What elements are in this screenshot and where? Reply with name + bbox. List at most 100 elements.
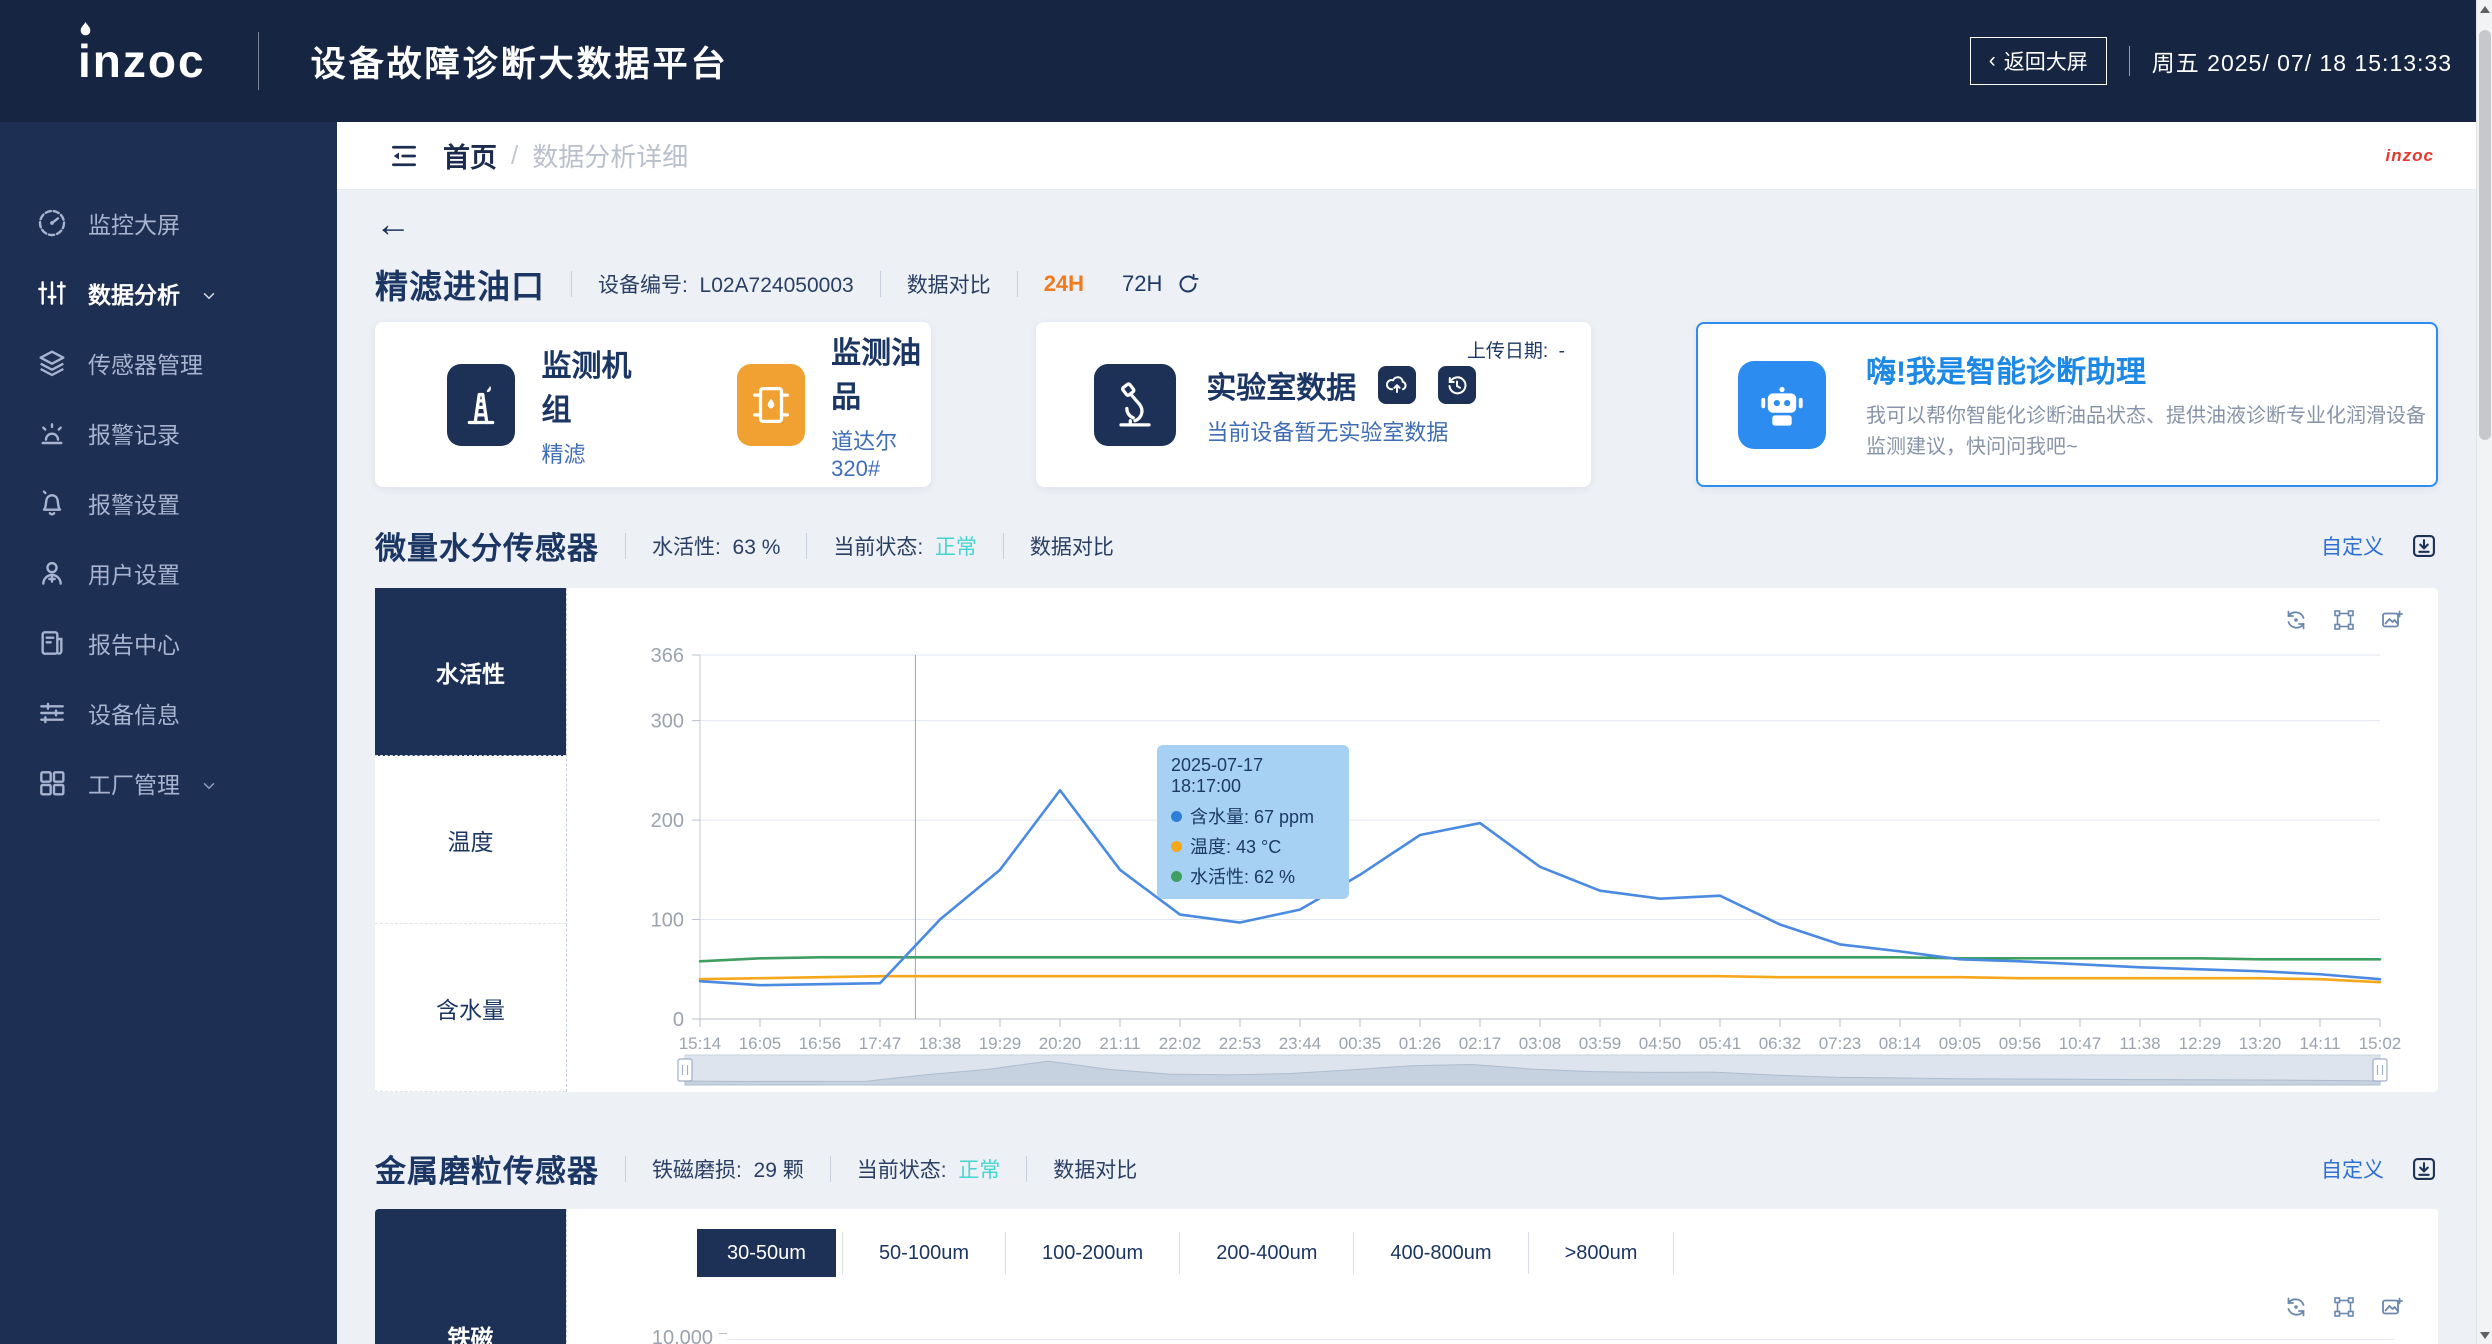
svg-text:300: 300	[651, 711, 684, 733]
report-icon	[36, 627, 68, 659]
scroll-down-arrow-icon[interactable]	[2477, 1326, 2492, 1344]
sidebar-item-label: 用户设置	[88, 556, 180, 590]
svg-text:20:20: 20:20	[1039, 1034, 1082, 1053]
device-number: 设备编号: L02A724050003	[598, 269, 854, 299]
restore-icon[interactable]	[2284, 608, 2308, 632]
monitor-unit-group[interactable]: 监测机组 精滤	[447, 341, 642, 469]
metal-wear-metric: 铁磁磨损: 29 颗	[652, 1154, 804, 1184]
breadcrumb-home[interactable]: 首页	[443, 136, 497, 175]
scroll-up-arrow-icon[interactable]	[2477, 0, 2492, 18]
svg-text:16:05: 16:05	[739, 1034, 782, 1053]
save-image-icon[interactable]	[2380, 608, 2404, 632]
water-chart-tab-含水量[interactable]: 含水量	[375, 924, 566, 1092]
water-chart-tab-温度[interactable]: 温度	[375, 756, 566, 924]
chart-tooltip: 2025-07-17 18:17:00 含水量: 67 ppm温度: 43 °C…	[1157, 745, 1349, 899]
range-24h-tab[interactable]: 24H	[1044, 271, 1084, 297]
svg-text:06:32: 06:32	[1759, 1034, 1802, 1053]
chevron-down-icon	[200, 774, 218, 792]
size-tab-50-100um[interactable]: 50-100um	[849, 1229, 999, 1277]
water-chart-tab-水活性[interactable]: 水活性	[375, 588, 566, 756]
sidebar-item-data-analysis[interactable]: 数据分析	[0, 258, 337, 328]
size-tab-100-200um[interactable]: 100-200um	[1012, 1229, 1173, 1277]
restore-icon[interactable]	[2284, 1295, 2308, 1319]
microscope-icon	[1094, 364, 1176, 446]
history-icon[interactable]	[1438, 366, 1476, 404]
sidebar: 监控大屏数据分析传感器管理报警记录报警设置用户设置报告中心设备信息工厂管理	[0, 122, 337, 1344]
tab-divider	[1673, 1232, 1674, 1274]
water-customize-link[interactable]: 自定义	[2321, 531, 2384, 561]
window-scrollbar[interactable]	[2476, 0, 2492, 1344]
app: inzoc 设备故障诊断大数据平台 ‹ 返回大屏 周五 2025/ 07/ 18…	[0, 0, 2492, 1344]
svg-text:14:11: 14:11	[2299, 1034, 2340, 1053]
upload-icon[interactable]	[1378, 366, 1416, 404]
sidebar-item-alarm-settings[interactable]: 报警设置	[0, 468, 337, 538]
sidebar-item-label: 设备信息	[88, 696, 180, 730]
tab-ferromagnetic[interactable]: 铁磁	[375, 1209, 566, 1344]
upload-date: 上传日期: -	[1467, 336, 1565, 363]
lab-empty-text: 当前设备暂无实验室数据	[1206, 415, 1476, 447]
water-data-compare-link[interactable]: 数据对比	[1030, 531, 1114, 561]
metal-data-compare-link[interactable]: 数据对比	[1053, 1154, 1137, 1184]
assistant-title: 嗨!我是智能诊断助理	[1866, 347, 2436, 391]
status-badge: 正常	[958, 1159, 1000, 1182]
return-big-screen-button[interactable]: ‹ 返回大屏	[1970, 37, 2107, 85]
size-tab->800um[interactable]: >800um	[1535, 1229, 1668, 1277]
size-tab-400-800um[interactable]: 400-800um	[1360, 1229, 1521, 1277]
download-icon[interactable]	[2410, 1155, 2438, 1183]
sidebar-item-user-settings[interactable]: 用户设置	[0, 538, 337, 608]
monitor-oil-group[interactable]: 监测油品 道达尔320#	[737, 328, 932, 482]
monitor-oil-label: 监测油品	[831, 328, 931, 416]
svg-text:200: 200	[651, 810, 684, 832]
data-compare-link[interactable]: 数据对比	[907, 269, 991, 299]
sidebar-item-label: 报警记录	[88, 416, 180, 450]
water-line-chart[interactable]: 010020030036615:1416:0516:5617:4718:3819…	[567, 588, 2432, 1092]
zoom-select-icon[interactable]	[2332, 1295, 2356, 1319]
zoom-select-icon[interactable]	[2332, 608, 2356, 632]
svg-text:19:29: 19:29	[979, 1034, 1022, 1053]
datetime-display: 周五 2025/ 07/ 18 15:13:33	[2152, 44, 2452, 78]
scrollbar-thumb[interactable]	[2479, 30, 2491, 440]
topbar-divider-small	[2129, 46, 2130, 76]
collapse-menu-icon[interactable]	[389, 141, 419, 171]
svg-text:11:38: 11:38	[2119, 1034, 2160, 1053]
particle-size-tabs: 30-50um 50-100um 100-200um 200-400um 400-800…	[697, 1229, 1680, 1277]
sidebar-item-sensor-management[interactable]: 传感器管理	[0, 328, 337, 398]
water-status: 当前状态: 正常	[833, 531, 977, 561]
tooltip-row: 温度: 43 °C	[1171, 833, 1335, 859]
svg-text:07:23: 07:23	[1819, 1034, 1862, 1053]
svg-text:22:02: 22:02	[1159, 1034, 1202, 1053]
range-72h-tab[interactable]: 72H	[1122, 271, 1162, 297]
download-icon[interactable]	[2410, 532, 2438, 560]
assistant-card[interactable]: 嗨!我是智能诊断助理 我可以帮你智能化诊断油品状态、提供油液诊断专业化润滑设备监…	[1696, 322, 2438, 487]
svg-text:13:20: 13:20	[2239, 1034, 2282, 1053]
derrick-icon	[447, 364, 515, 446]
svg-text:09:05: 09:05	[1939, 1034, 1982, 1053]
sidebar-item-device-info[interactable]: 设备信息	[0, 678, 337, 748]
size-tab-30-50um[interactable]: 30-50um	[697, 1229, 836, 1277]
sidebar-item-factory-management[interactable]: 工厂管理	[0, 748, 337, 818]
sidebar-item-label: 报警设置	[88, 486, 180, 520]
sidebar-item-alarm-records[interactable]: 报警记录	[0, 398, 337, 468]
flame-icon	[79, 22, 92, 37]
tab-divider	[1179, 1232, 1180, 1274]
summary-cards: 监测机组 精滤 监测油品 道达尔320# 上传日期:	[375, 322, 2438, 487]
device-header: 精滤进油口 设备编号: L02A724050003 数据对比 24H 72H	[375, 260, 2438, 308]
sidebar-item-report-center[interactable]: 报告中心	[0, 608, 337, 678]
breadcrumb-current: 数据分析详细	[532, 137, 688, 174]
refresh-icon[interactable]	[1176, 272, 1200, 296]
metal-customize-link[interactable]: 自定义	[2321, 1154, 2384, 1184]
chevron-down-icon	[200, 284, 218, 302]
size-tab-200-400um[interactable]: 200-400um	[1186, 1229, 1347, 1277]
svg-text:16:56: 16:56	[799, 1034, 842, 1053]
save-image-icon[interactable]	[2380, 1295, 2404, 1319]
back-button[interactable]: ←	[375, 206, 411, 242]
sidebar-item-monitor-screen[interactable]: 监控大屏	[0, 188, 337, 258]
monitor-unit-value: 精滤	[541, 437, 641, 469]
sidebar-item-label: 数据分析	[88, 276, 180, 310]
svg-text:17:47: 17:47	[859, 1034, 902, 1053]
chevron-left-icon: ‹	[1989, 49, 1996, 73]
layers-icon	[36, 347, 68, 379]
svg-text:00:35: 00:35	[1339, 1034, 1382, 1053]
brand-logo: inzoc	[78, 38, 206, 84]
breadcrumb: 首页 / 数据分析详细 inzoc	[337, 122, 2476, 190]
